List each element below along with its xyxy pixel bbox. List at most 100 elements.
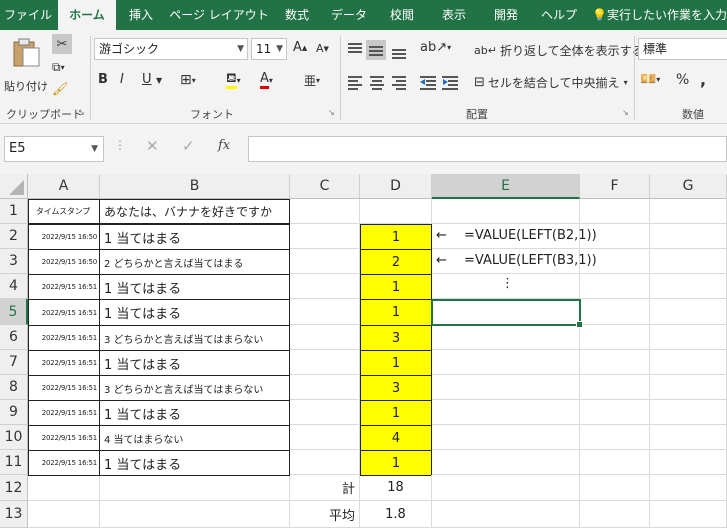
column-header-e[interactable]: E [432, 174, 580, 199]
tab-file[interactable]: ファイル [0, 0, 56, 30]
empty-cell[interactable] [100, 501, 290, 528]
header-timestamp-cell[interactable]: タイムスタンプ [28, 199, 100, 224]
column-header-c[interactable]: C [290, 174, 360, 199]
copy-button[interactable]: ⧉ ▾ [52, 58, 78, 76]
empty-cell[interactable] [650, 224, 727, 249]
empty-cell[interactable] [28, 475, 100, 501]
empty-cell[interactable] [432, 350, 580, 375]
empty-cell[interactable] [650, 325, 727, 350]
enter-check-icon[interactable]: ✓ [182, 137, 195, 155]
empty-cell[interactable] [650, 299, 727, 325]
empty-cell[interactable] [432, 325, 580, 350]
row-header-6[interactable]: 6 [0, 325, 28, 350]
value-cell[interactable]: 1 [360, 400, 432, 426]
value-cell[interactable]: 3 [360, 325, 432, 351]
comma-button[interactable]: , [700, 70, 706, 89]
tell-me-box[interactable]: 💡実行したい作業を入力 [592, 0, 727, 30]
empty-cell[interactable] [290, 350, 360, 375]
empty-cell[interactable] [650, 501, 727, 528]
empty-cell[interactable] [290, 425, 360, 450]
vertical-align-buttons[interactable] [346, 40, 416, 60]
empty-cell[interactable] [290, 450, 360, 475]
empty-cell[interactable] [580, 375, 650, 400]
value-cell[interactable]: 2 [360, 249, 432, 275]
empty-cell[interactable] [580, 274, 650, 299]
value-cell[interactable]: 4 [360, 425, 432, 451]
timestamp-cell[interactable]: 2022/9/15 16:51 [28, 375, 100, 401]
empty-cell[interactable] [360, 199, 432, 224]
empty-cell[interactable] [650, 450, 727, 475]
row-header-4[interactable]: 4 [0, 274, 28, 299]
accounting-format-button[interactable]: 💴 ▾ [640, 72, 660, 87]
empty-cell[interactable] [650, 199, 727, 224]
value-cell[interactable]: 1 [360, 224, 432, 250]
timestamp-cell[interactable]: 2022/9/15 16:50 [28, 224, 100, 250]
tab-formulas[interactable]: 数式 [276, 0, 318, 30]
fill-handle[interactable] [576, 321, 583, 328]
timestamp-cell[interactable]: 2022/9/15 16:51 [28, 350, 100, 376]
empty-cell[interactable] [580, 325, 650, 350]
empty-cell[interactable] [650, 249, 727, 274]
column-header-g[interactable]: G [650, 174, 727, 199]
empty-cell[interactable] [290, 375, 360, 400]
header-question-cell[interactable]: あなたは、バナナを好きですか [99, 199, 290, 224]
empty-cell[interactable] [290, 249, 360, 274]
empty-cell[interactable] [432, 400, 580, 425]
row-header-13[interactable]: 13 [0, 501, 28, 528]
value-cell[interactable]: 1 [360, 450, 432, 476]
borders-button[interactable]: ⊞ ▾ [180, 72, 196, 88]
tab-help[interactable]: ヘルプ [536, 0, 582, 30]
tab-review[interactable]: 校閲 [380, 0, 424, 30]
row-header-8[interactable]: 8 [0, 375, 28, 400]
format-painter-button[interactable]: 🖌 [52, 80, 72, 98]
shrink-font-button[interactable]: A ▼ [316, 42, 329, 55]
empty-cell[interactable] [290, 199, 360, 224]
tab-view[interactable]: 表示 [432, 0, 476, 30]
timestamp-cell[interactable]: 2022/9/15 16:50 [28, 249, 100, 275]
answer-cell[interactable]: 4 当てはまらない [99, 425, 290, 451]
orientation-button[interactable]: ab↗ ▾ [420, 40, 451, 55]
answer-cell[interactable]: 3 どちらかと言えば当てはまらない [99, 325, 290, 351]
selected-cell-e5[interactable] [431, 299, 583, 328]
row-header-1[interactable]: 1 [0, 199, 28, 224]
column-header-f[interactable]: F [580, 174, 650, 199]
horizontal-align-buttons[interactable] [346, 74, 464, 90]
clipboard-launcher-icon[interactable]: ↘ [78, 108, 85, 117]
empty-cell[interactable] [580, 425, 650, 450]
empty-cell[interactable] [650, 400, 727, 425]
tab-developer[interactable]: 開発 [484, 0, 528, 30]
font-size-box[interactable]: 11 ▼ [251, 38, 287, 60]
sum-value-cell[interactable]: 18 [360, 475, 432, 501]
answer-cell[interactable]: 1 当てはまる [99, 350, 290, 376]
answer-cell[interactable]: 1 当てはまる [99, 400, 290, 426]
avg-value-cell[interactable]: 1.8 [360, 501, 432, 528]
empty-cell[interactable] [580, 199, 650, 224]
empty-cell[interactable] [580, 501, 650, 528]
tab-insert[interactable]: 挿入 [118, 0, 164, 30]
value-cell[interactable]: 1 [360, 350, 432, 376]
empty-cell[interactable] [290, 224, 360, 249]
fill-color-button[interactable]: ⛾ ▾ [226, 72, 241, 89]
row-header-7[interactable]: 7 [0, 350, 28, 375]
timestamp-cell[interactable]: 2022/9/15 16:51 [28, 400, 100, 426]
empty-cell[interactable] [432, 375, 580, 400]
row-header-9[interactable]: 9 [0, 400, 28, 425]
empty-cell[interactable] [580, 475, 650, 501]
empty-cell[interactable] [432, 199, 580, 224]
timestamp-cell[interactable]: 2022/9/15 16:51 [28, 274, 100, 300]
cut-button[interactable]: ✂ [52, 34, 72, 54]
font-color-button[interactable]: A ▾ [260, 72, 273, 89]
empty-cell[interactable] [290, 299, 360, 325]
row-header-2[interactable]: 2 [0, 224, 28, 249]
tab-data[interactable]: データ [326, 0, 372, 30]
empty-cell[interactable] [28, 501, 100, 528]
sum-label-cell[interactable]: 計 [290, 475, 360, 501]
phonetic-guide-button[interactable]: 亜 ▾ [304, 72, 320, 89]
timestamp-cell[interactable]: 2022/9/15 16:51 [28, 425, 100, 451]
empty-cell[interactable] [580, 400, 650, 425]
merge-center-button[interactable]: ⊟ セルを結合して中央揃え ▾ [474, 74, 628, 91]
percent-button[interactable]: % [676, 72, 689, 88]
italic-button[interactable]: I [120, 72, 124, 87]
tab-page-layout[interactable]: ページ レイアウト [166, 0, 272, 30]
empty-cell[interactable] [290, 400, 360, 425]
